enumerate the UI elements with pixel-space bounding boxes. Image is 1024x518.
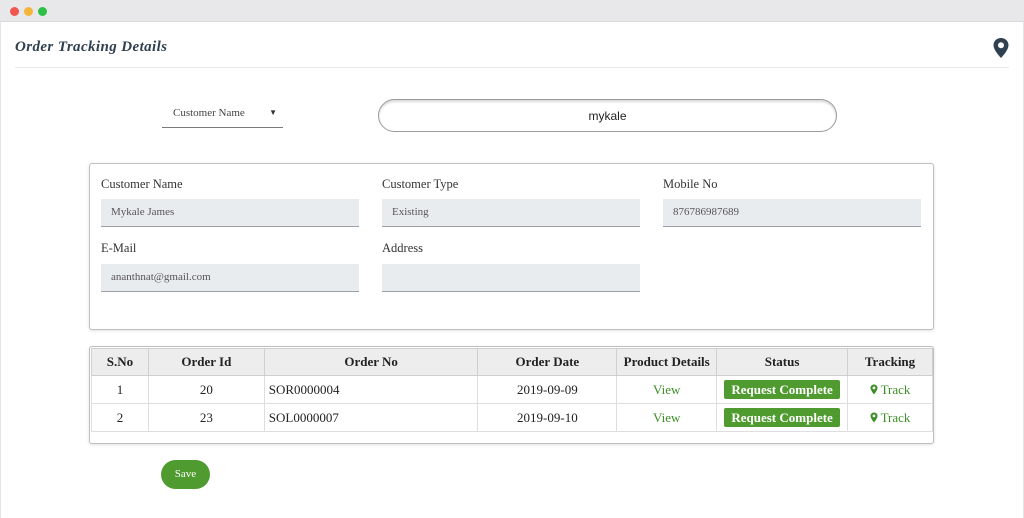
page-title: Order Tracking Details — [15, 39, 168, 55]
map-marker-icon — [870, 384, 878, 394]
filter-type-select[interactable]: Customer Name ▼ — [162, 100, 283, 128]
column-header-tracking: Tracking — [847, 348, 933, 376]
customer-type-label: Customer Type — [382, 177, 459, 191]
status-badge: Request Complete — [724, 380, 840, 399]
orders-table: S.No Order Id Order No Order Date Produc… — [91, 348, 933, 432]
cell-product-details: View — [616, 403, 718, 432]
table-row: 1 20 SOR0000004 2019-09-09 View Request … — [91, 375, 933, 404]
customer-name-label: Customer Name — [101, 177, 183, 191]
column-header-order-id: Order Id — [147, 348, 265, 376]
view-product-link[interactable]: View — [653, 382, 680, 397]
search-input[interactable] — [378, 99, 837, 132]
column-header-product-details: Product Details — [616, 348, 718, 376]
cell-tracking: Track — [847, 403, 933, 432]
cell-order-date: 2019-09-09 — [477, 375, 618, 404]
minimize-window-dot[interactable] — [24, 7, 33, 16]
close-window-dot[interactable] — [10, 7, 19, 16]
filter-type-value: Customer Name — [173, 107, 245, 119]
cell-tracking: Track — [847, 375, 933, 404]
track-link-label: Track — [880, 381, 911, 397]
cell-sno: 1 — [91, 375, 149, 404]
orders-table-card: S.No Order Id Order No Order Date Produc… — [89, 346, 934, 444]
cell-order-no: SOL0000007 — [263, 403, 479, 432]
status-badge: Request Complete — [724, 408, 840, 427]
cell-sno: 2 — [91, 403, 149, 432]
cell-order-no: SOR0000004 — [263, 375, 479, 404]
address-field[interactable] — [382, 264, 640, 292]
email-field[interactable]: ananthnat@gmail.com — [101, 264, 359, 292]
track-link[interactable]: Track — [870, 381, 911, 397]
customer-info-card: Customer Name Mykale James Customer Type… — [89, 163, 934, 330]
view-product-link[interactable]: View — [653, 410, 680, 425]
caret-down-icon: ▼ — [269, 108, 277, 117]
cell-order-id: 20 — [147, 375, 265, 404]
column-header-order-no: Order No — [263, 348, 479, 376]
cell-status: Request Complete — [716, 375, 849, 404]
address-label: Address — [382, 241, 423, 255]
mobile-no-label: Mobile No — [663, 177, 718, 191]
table-header-row: S.No Order Id Order No Order Date Produc… — [91, 348, 933, 376]
column-header-order-date: Order Date — [477, 348, 618, 376]
track-link-label: Track — [880, 409, 911, 425]
map-pin-icon[interactable] — [992, 37, 1010, 59]
column-header-sno: S.No — [91, 348, 149, 376]
mobile-no-field[interactable]: 876786987689 — [663, 199, 921, 227]
window-titlebar — [0, 0, 1024, 22]
save-button[interactable]: Save — [161, 460, 210, 489]
track-link[interactable]: Track — [870, 409, 911, 425]
cell-product-details: View — [616, 375, 718, 404]
title-divider — [15, 67, 1009, 68]
cell-status: Request Complete — [716, 403, 849, 432]
email-label: E-Mail — [101, 241, 137, 255]
column-header-status: Status — [716, 348, 849, 376]
maximize-window-dot[interactable] — [38, 7, 47, 16]
customer-type-field[interactable]: Existing — [382, 199, 640, 227]
cell-order-date: 2019-09-10 — [477, 403, 618, 432]
customer-name-field[interactable]: Mykale James — [101, 199, 359, 227]
cell-order-id: 23 — [147, 403, 265, 432]
map-marker-icon — [870, 412, 878, 422]
table-row: 2 23 SOL0000007 2019-09-10 View Request … — [91, 403, 933, 432]
